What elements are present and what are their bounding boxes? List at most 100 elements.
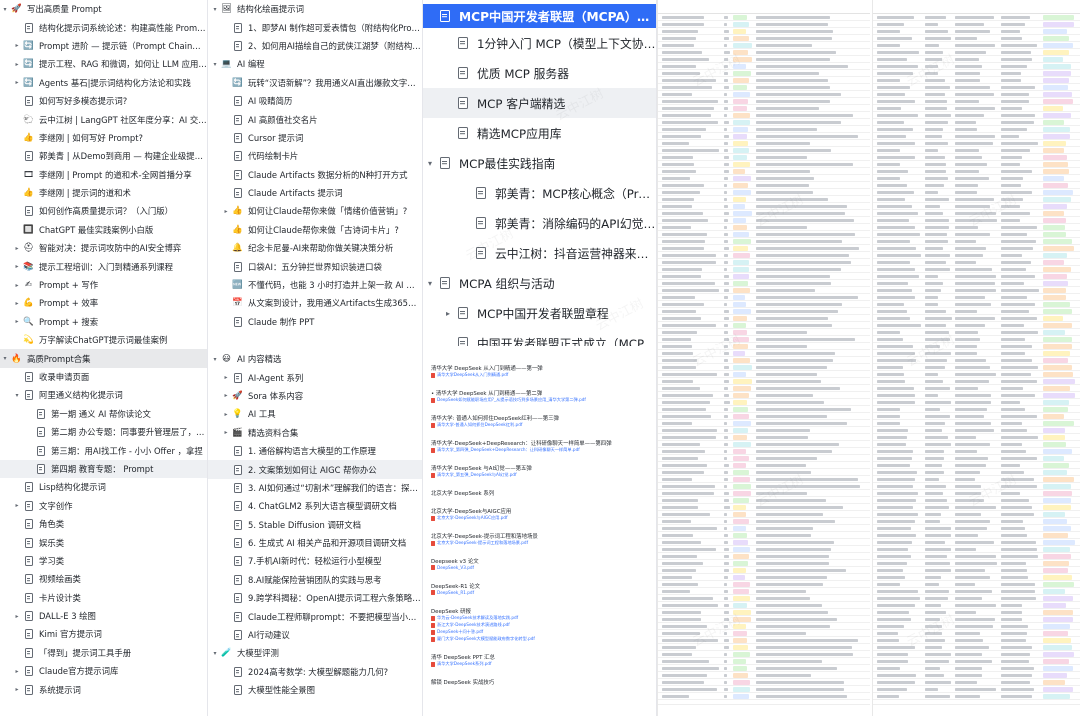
sheet-row[interactable] <box>873 14 1080 21</box>
chevron-right-icon[interactable]: ▸ <box>221 392 231 399</box>
tree-item[interactable]: 2、如何用AI描绘自己的武侠江湖梦（附结构化pr... <box>208 37 422 55</box>
sheet-row[interactable] <box>658 280 870 287</box>
sheet-row[interactable] <box>658 686 870 693</box>
sheet-row[interactable] <box>658 364 870 371</box>
sheet-row[interactable] <box>658 651 870 658</box>
sheet-row[interactable] <box>658 252 870 259</box>
tree-item[interactable]: 「得到」提示词工具手册 <box>0 644 207 662</box>
sheet-row[interactable] <box>873 665 1080 672</box>
sheet-row[interactable] <box>873 623 1080 630</box>
sheet-row[interactable] <box>658 525 870 532</box>
sheet-row[interactable] <box>873 343 1080 350</box>
sheet-row[interactable] <box>873 476 1080 483</box>
tree-item[interactable]: Lisp结构化提示词 <box>0 478 207 496</box>
sheet-row[interactable] <box>873 322 1080 329</box>
sheet-row[interactable] <box>658 140 870 147</box>
sheet-row[interactable] <box>873 42 1080 49</box>
tree-item[interactable]: AI 高颜值社交名片 <box>208 110 422 128</box>
sheet-row[interactable] <box>658 343 870 350</box>
tree-item[interactable]: ▾ 💻 AI 编程 <box>208 55 422 73</box>
tree-item[interactable]: 2024高考数学: 大模型解题能力几何? <box>208 663 422 681</box>
tree-item[interactable]: ▾ MCP最佳实践指南 <box>423 148 656 178</box>
tree-item[interactable]: ▸ 🚀 Sora 体系内容 <box>208 387 422 405</box>
tree-item[interactable]: Kimi 官方提示词 <box>0 625 207 643</box>
sheet-row[interactable] <box>658 238 870 245</box>
sheet-row[interactable] <box>873 539 1080 546</box>
sheet-row[interactable] <box>873 511 1080 518</box>
chevron-down-icon[interactable]: ▾ <box>423 279 437 288</box>
sheet-row[interactable] <box>873 224 1080 231</box>
file-attachment-link[interactable]: 清华大学_第四弹_DeepSeek+DeepResearch：让科研像聊天一样简… <box>431 447 648 453</box>
sheet-row[interactable] <box>873 77 1080 84</box>
tree-item[interactable]: 第二期 办公专题：同事要升管理层了，只管我... <box>0 423 207 441</box>
sheet-row[interactable] <box>658 308 870 315</box>
sheet-row[interactable] <box>873 63 1080 70</box>
sheet-row[interactable] <box>873 203 1080 210</box>
sheet-row[interactable] <box>873 252 1080 259</box>
sheet-row[interactable] <box>658 56 870 63</box>
tree-item[interactable]: 学习类 <box>0 552 207 570</box>
tree-item[interactable]: Claude工程师聊prompt：不要把模型当小孩子，... <box>208 607 422 625</box>
sheet-row[interactable] <box>658 434 870 441</box>
sheet-row[interactable] <box>658 504 870 511</box>
file-attachment-link[interactable]: 厦门大学-DeepSeek大模型赋能政府数字化转型.pdf <box>431 636 648 642</box>
sheet-row[interactable] <box>873 147 1080 154</box>
sheet-row[interactable] <box>873 483 1080 490</box>
file-attachment-link[interactable]: DeepSeek如何赋能职场应用?_从提示语技巧到多场景应用_清华大学第二弹.p… <box>431 397 648 403</box>
tree-item[interactable]: 中国开发者联盟正式成立（MCPA） <box>423 328 656 346</box>
sheet-row[interactable] <box>658 133 870 140</box>
tree-item[interactable]: ▸ Claude官方提示词库 <box>0 662 207 680</box>
file-attachment-link[interactable]: 北京大学-DeepSeek-提示词工程和落地场景.pdf <box>431 540 648 546</box>
sheet-row[interactable] <box>873 567 1080 574</box>
sheet-row[interactable] <box>658 511 870 518</box>
tree-item[interactable]: 7.手机AI新时代：轻松运行小型模型 <box>208 552 422 570</box>
sheet-row[interactable] <box>658 287 870 294</box>
sheet-row[interactable] <box>873 357 1080 364</box>
sheet-row[interactable] <box>658 147 870 154</box>
sheet-row[interactable] <box>658 49 870 56</box>
sheet-row[interactable] <box>658 210 870 217</box>
sheet-row[interactable] <box>658 112 870 119</box>
sheet-row[interactable] <box>658 350 870 357</box>
tree-item[interactable]: ▸ MCP中国开发者联盟章程 <box>423 298 656 328</box>
sheet-row[interactable] <box>658 413 870 420</box>
sheet-row[interactable] <box>873 553 1080 560</box>
tree-item[interactable]: AI 吸睛简历 <box>208 92 422 110</box>
sheet-row[interactable] <box>873 560 1080 567</box>
tree-item[interactable]: 口袋AI：五分钟拦世界知识装进口袋 <box>208 257 422 275</box>
sheet-row[interactable] <box>873 35 1080 42</box>
tree-item[interactable]: 📅 从文案到设计，我用通义Artifacts生成365张灵感... <box>208 294 422 312</box>
sheet-row[interactable] <box>658 329 870 336</box>
sheet-row[interactable] <box>873 378 1080 385</box>
sheet-row[interactable] <box>873 182 1080 189</box>
sheet-row[interactable] <box>658 665 870 672</box>
tree-item[interactable]: 👍 李继刚 | 如何写好 Prompt? <box>0 129 207 147</box>
sheet-row[interactable] <box>658 595 870 602</box>
sheet-row[interactable] <box>873 91 1080 98</box>
sheet-row[interactable] <box>658 294 870 301</box>
chevron-right-icon[interactable]: ▸ <box>221 208 231 215</box>
sheet-row[interactable] <box>873 609 1080 616</box>
tree-item[interactable]: 角色类 <box>0 515 207 533</box>
tree-item[interactable]: ▸ 🔄 Agents 基石|提示词结构化方法论和实践 <box>0 74 207 92</box>
chevron-right-icon[interactable]: ▸ <box>12 686 22 693</box>
sheet-row[interactable] <box>873 280 1080 287</box>
chevron-right-icon[interactable]: ▸ <box>221 411 231 418</box>
sheet-row[interactable] <box>658 441 870 448</box>
sheet-row[interactable] <box>658 427 870 434</box>
sheet-row[interactable] <box>658 539 870 546</box>
chevron-right-icon[interactable]: ▸ <box>12 245 22 252</box>
tree-item[interactable]: 第一期 通义 AI 帮你读论文 <box>0 405 207 423</box>
sheet-row[interactable] <box>873 581 1080 588</box>
sheet-row[interactable] <box>658 581 870 588</box>
sheet-row[interactable] <box>873 287 1080 294</box>
tree-item[interactable]: 1. 通俗解构语言大模型的工作原理 <box>208 442 422 460</box>
sheet-row[interactable] <box>873 637 1080 644</box>
tree-item[interactable]: Claude 制作 PPT <box>208 313 422 331</box>
sheet-row[interactable] <box>658 630 870 637</box>
sheet-row[interactable] <box>658 644 870 651</box>
tree-item[interactable]: 🎞 李继刚 | Prompt 的道和术-全网首播分享 <box>0 166 207 184</box>
sheet-row[interactable] <box>873 329 1080 336</box>
sheet-row[interactable] <box>658 455 870 462</box>
sheet-row[interactable] <box>873 119 1080 126</box>
